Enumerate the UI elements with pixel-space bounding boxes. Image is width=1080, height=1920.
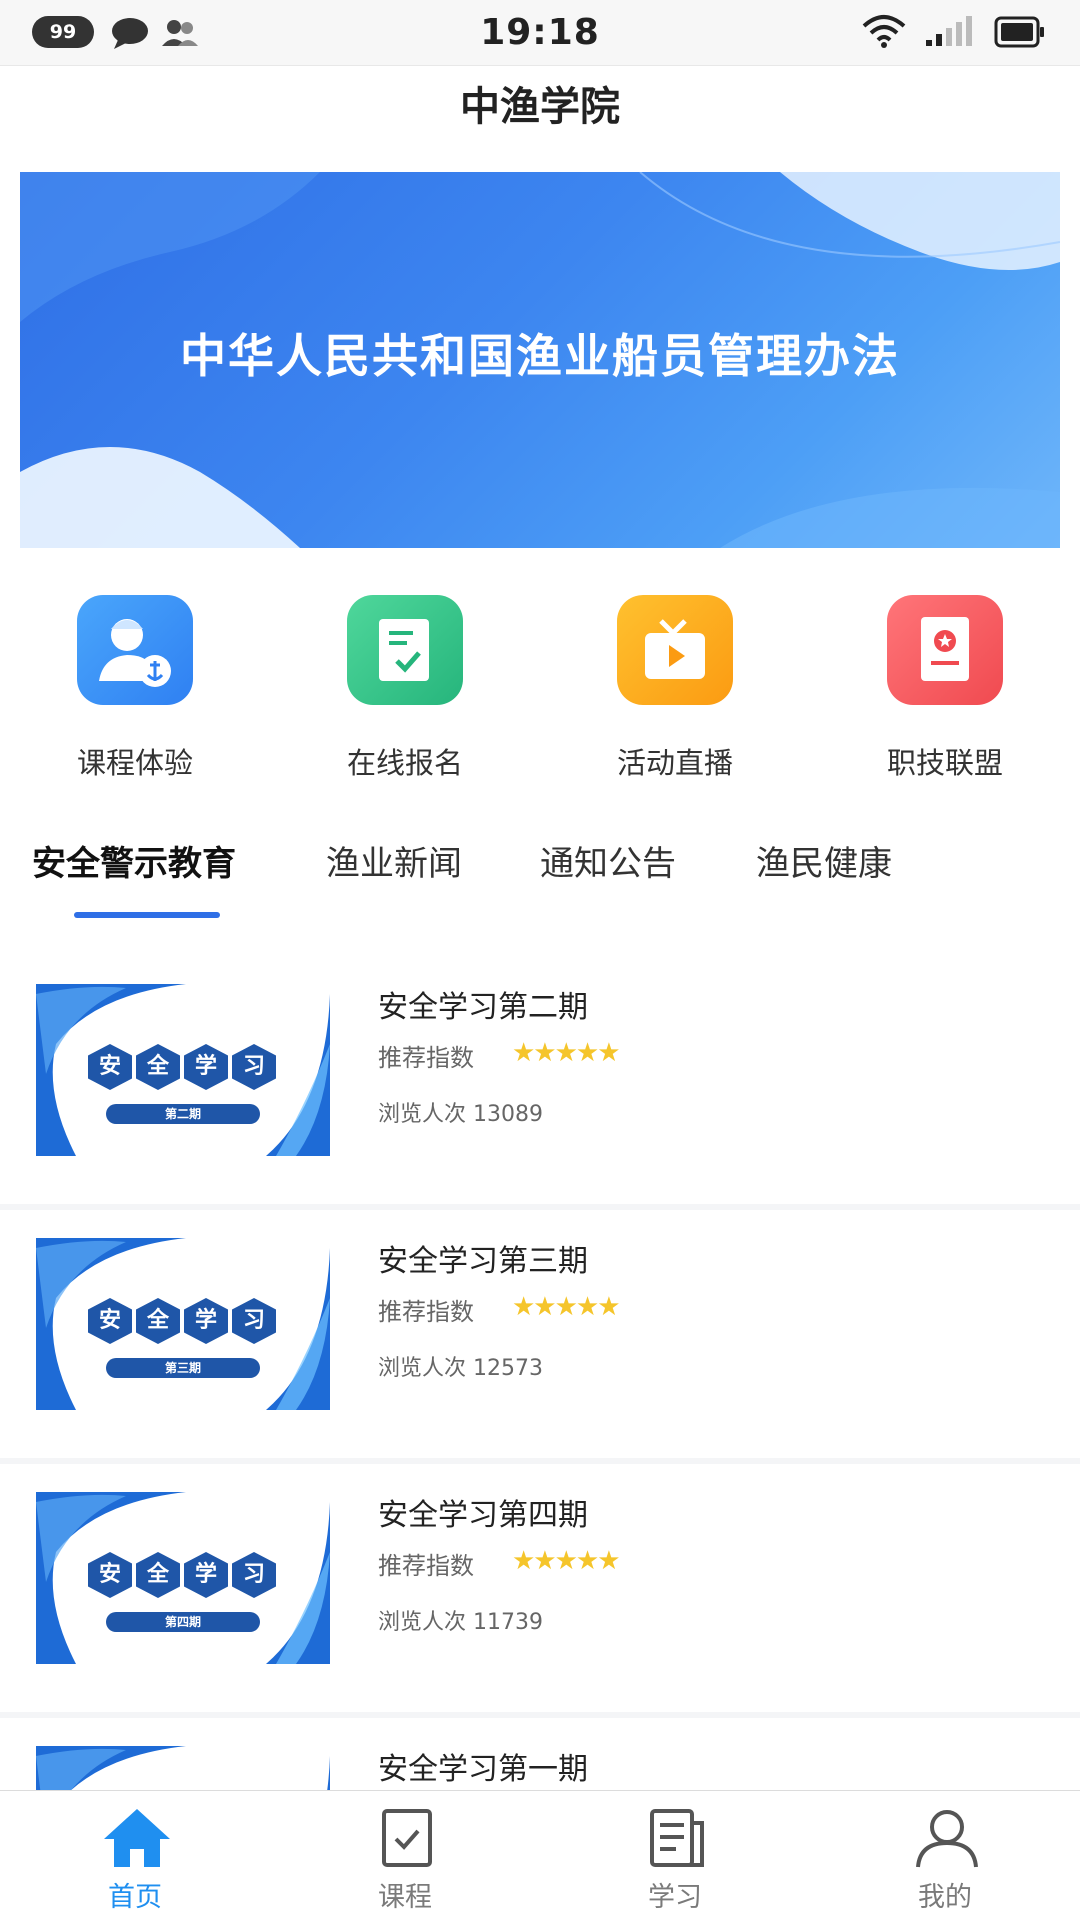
nav-label: 我的: [918, 1882, 972, 1913]
article-title: 安全学习第四期: [378, 1498, 588, 1533]
tab-notices[interactable]: 通知公告: [540, 836, 676, 885]
hex-char: 全: [136, 1298, 180, 1344]
checklist-icon: [347, 595, 463, 705]
course-check-icon: [372, 1807, 442, 1873]
page-title: 中渔学院: [460, 84, 620, 130]
quick-menu-online-signup[interactable]: 在线报名: [270, 590, 540, 790]
wifi-icon: [862, 14, 906, 52]
banner-title: 中华人民共和国渔业船员管理办法: [180, 329, 900, 383]
thumbnail-hexes: 安 全 学 习: [88, 1552, 288, 1600]
article-thumbnail: 安 全 学 习 第四期: [36, 1492, 330, 1664]
list-item[interactable]: 安 全 学 习 第二期 安全学习第二期 推荐指数 ★★★★★ 浏览人次 1308…: [0, 956, 1080, 1210]
view-count: 浏览人次 11739: [378, 1610, 543, 1635]
hex-char: 习: [232, 1552, 276, 1598]
signal-icon: [924, 16, 974, 52]
rating-label: 推荐指数: [378, 1552, 474, 1580]
rating-label: 推荐指数: [378, 1044, 474, 1072]
battery-icon: [994, 16, 1046, 52]
thumbnail-period: 第四期: [106, 1612, 260, 1632]
star-rating: ★★★★★: [512, 1292, 621, 1322]
article-title: 安全学习第一期: [378, 1752, 588, 1787]
nav-profile[interactable]: 我的: [810, 1791, 1080, 1920]
quick-menu-label: 活动直播: [616, 746, 733, 780]
hex-char: 学: [184, 1044, 228, 1090]
thumbnail-hexes: 安 全 学 习: [88, 1298, 288, 1346]
quick-menu-alliance[interactable]: 职技联盟: [810, 590, 1080, 790]
thumbnail-period: 第二期: [106, 1104, 260, 1124]
hex-char: 安: [88, 1552, 132, 1598]
article-title: 安全学习第三期: [378, 1244, 588, 1279]
nav-study[interactable]: 学习: [540, 1791, 810, 1920]
category-tabs: 安全警示教育 渔业新闻 通知公告 渔民健康: [0, 836, 1080, 918]
thumbnail-hexes: 安 全 学 习: [88, 1044, 288, 1092]
hex-char: 学: [184, 1298, 228, 1344]
hex-char: 全: [136, 1552, 180, 1598]
article-thumbnail: 安 全 学 习 第二期: [36, 984, 330, 1156]
banner[interactable]: 中华人民共和国渔业船员管理办法: [20, 172, 1060, 548]
tab-fisher-health[interactable]: 渔民健康: [756, 836, 892, 885]
certificate-icon: [887, 595, 1003, 705]
hex-char: 安: [88, 1298, 132, 1344]
tab-fishery-news[interactable]: 渔业新闻: [326, 836, 462, 885]
list-item[interactable]: 安 全 学 习 第四期 安全学习第四期 推荐指数 ★★★★★ 浏览人次 1173…: [0, 1464, 1080, 1718]
quick-menu: 课程体验 在线报名 活动直播 职技联盟: [0, 590, 1080, 790]
star-rating: ★★★★★: [512, 1038, 621, 1068]
hex-char: 习: [232, 1044, 276, 1090]
view-count: 浏览人次 13089: [378, 1102, 543, 1127]
star-rating: ★★★★★: [512, 1546, 621, 1576]
list-item[interactable]: 安 全 学 习 第三期 安全学习第三期 推荐指数 ★★★★★ 浏览人次 1257…: [0, 1210, 1080, 1464]
active-tab-indicator: [74, 912, 220, 918]
profile-icon: [912, 1807, 982, 1873]
nav-home[interactable]: 首页: [0, 1791, 270, 1920]
sailor-anchor-icon: [77, 595, 193, 705]
view-count: 浏览人次 12573: [378, 1356, 543, 1381]
hex-char: 学: [184, 1552, 228, 1598]
thumbnail-period: 第三期: [106, 1358, 260, 1378]
quick-menu-live[interactable]: 活动直播: [540, 590, 810, 790]
article-title: 安全学习第二期: [378, 990, 588, 1025]
hex-char: 全: [136, 1044, 180, 1090]
status-bar: 99 19:18: [0, 0, 1080, 66]
nav-label: 首页: [108, 1882, 162, 1913]
nav-label: 学习: [648, 1882, 702, 1913]
list-item[interactable]: 安全学习第一期: [0, 1718, 1080, 1790]
quick-menu-label: 职技联盟: [886, 746, 1003, 780]
hex-char: 习: [232, 1298, 276, 1344]
rating-label: 推荐指数: [378, 1298, 474, 1326]
study-book-icon: [642, 1807, 712, 1873]
quick-menu-label: 在线报名: [346, 746, 463, 780]
quick-menu-label: 课程体验: [76, 746, 193, 780]
bottom-nav: 首页 课程 学习 我的: [0, 1790, 1080, 1920]
home-icon: [102, 1807, 172, 1873]
tv-play-icon: [617, 595, 733, 705]
nav-course[interactable]: 课程: [270, 1791, 540, 1920]
article-thumbnail: [36, 1746, 330, 1790]
tab-safety-education[interactable]: 安全警示教育: [32, 836, 236, 885]
nav-label: 课程: [378, 1882, 432, 1913]
hex-char: 安: [88, 1044, 132, 1090]
clock: 19:18: [480, 12, 600, 53]
article-thumbnail: 安 全 学 习 第三期: [36, 1238, 330, 1410]
quick-menu-course-trial[interactable]: 课程体验: [0, 590, 270, 790]
article-list: 安 全 学 习 第二期 安全学习第二期 推荐指数 ★★★★★ 浏览人次 1308…: [0, 956, 1080, 1790]
